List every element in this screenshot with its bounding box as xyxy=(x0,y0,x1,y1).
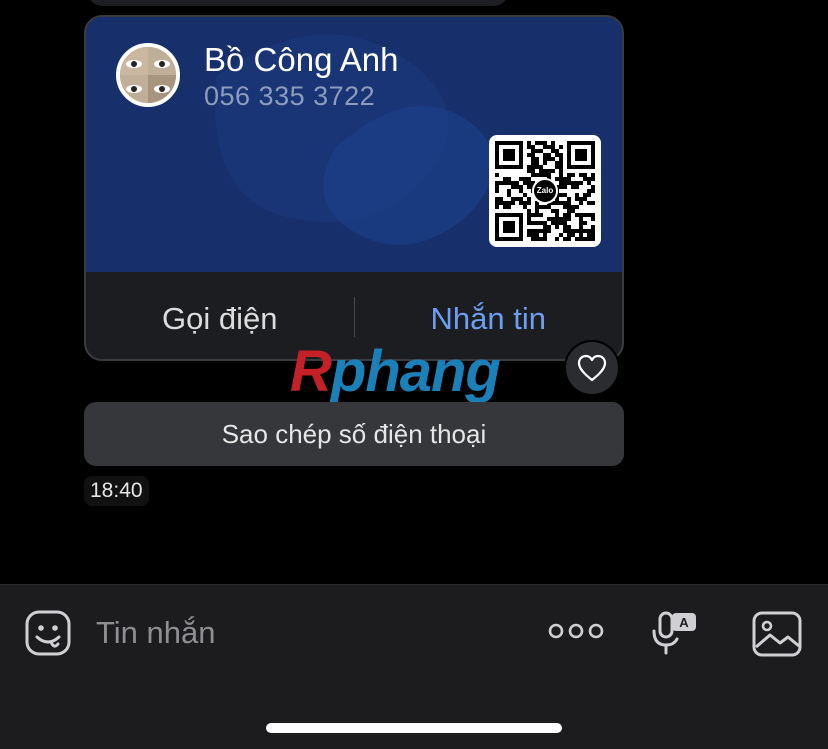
previous-message-bubble[interactable] xyxy=(88,0,508,6)
message-input[interactable]: Tin nhắn xyxy=(96,615,216,651)
heart-icon xyxy=(577,354,607,382)
qr-code[interactable]: Zalo xyxy=(489,135,601,247)
contact-card[interactable]: Bồ Công Anh 056 335 3722 Zalo Gọi điện N… xyxy=(84,15,624,361)
sticker-icon[interactable] xyxy=(24,609,72,662)
watermark-logo: Rphang xyxy=(290,338,501,405)
contact-name: Bồ Công Anh xyxy=(204,41,399,78)
home-indicator[interactable] xyxy=(266,723,562,733)
message-button[interactable]: Nhắn tin xyxy=(355,297,623,337)
watermark-letter: R xyxy=(290,339,332,404)
message-timestamp: 18:40 xyxy=(84,476,149,506)
call-button[interactable]: Gọi điện xyxy=(86,297,354,337)
copy-phone-button[interactable]: Sao chép số điện thoại xyxy=(84,402,624,466)
voice-to-text-icon[interactable]: A xyxy=(650,609,698,662)
image-icon[interactable] xyxy=(752,611,802,662)
contact-phone: 056 335 3722 xyxy=(204,81,376,111)
contact-card-header: Bồ Công Anh 056 335 3722 Zalo xyxy=(86,17,622,272)
more-icon[interactable] xyxy=(548,621,604,646)
watermark-text: phang xyxy=(330,339,501,404)
svg-text:A: A xyxy=(679,615,689,630)
heart-reaction-button[interactable] xyxy=(564,340,620,396)
avatar[interactable] xyxy=(116,43,180,107)
zalo-logo: Zalo xyxy=(532,178,558,204)
